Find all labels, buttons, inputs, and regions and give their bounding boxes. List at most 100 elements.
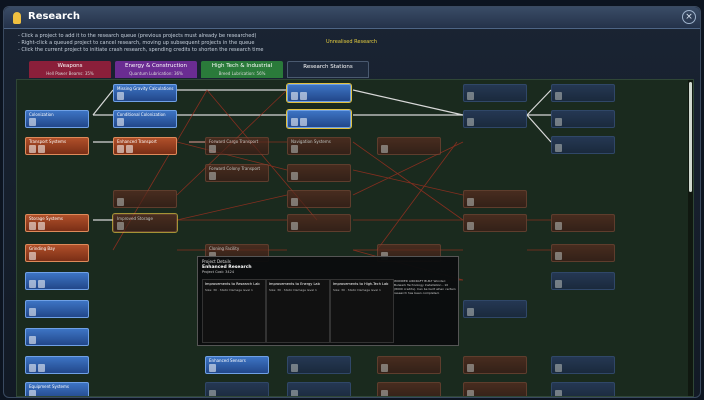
tech-icon	[467, 222, 474, 230]
tooltip-effect-box: Improvements to High-Tech Lab Size: 30 · …	[330, 279, 394, 343]
tooltip-heading: Project Details	[202, 259, 231, 264]
tooltip-title: Enhanced Research	[202, 265, 252, 270]
tech-icon	[300, 92, 307, 100]
tech-icon	[467, 92, 474, 100]
research-node[interactable]	[551, 356, 615, 374]
tooltip-effect-box: Improvements to Energy Lab Size: 30 · Sta…	[266, 279, 330, 343]
research-node[interactable]	[25, 328, 89, 346]
research-node[interactable]: Forward Colony Transport	[205, 164, 269, 182]
effect-heading: Improvements to Research Lab	[205, 282, 260, 286]
research-node[interactable]	[286, 83, 352, 103]
research-node[interactable]	[287, 356, 351, 374]
research-node[interactable]: Navigation Systems	[287, 137, 351, 155]
research-node[interactable]	[377, 137, 441, 155]
tech-icon	[467, 364, 474, 372]
node-label: Equipment Systems	[29, 384, 69, 389]
research-node[interactable]	[287, 190, 351, 208]
tooltip-description: WONDER AIRCRAFT BUILT Wonder: Bulwark Te…	[394, 279, 456, 295]
tech-icon	[467, 308, 474, 316]
research-node[interactable]: Forward Cargo Transport	[205, 137, 269, 155]
research-node[interactable]	[25, 356, 89, 374]
research-node[interactable]	[551, 84, 615, 102]
tab-label: Weapons	[57, 63, 83, 69]
research-node[interactable]	[551, 136, 615, 154]
tech-icon	[291, 364, 298, 372]
research-node[interactable]: Missing Gravity Calculations	[113, 84, 177, 102]
node-label: Colonization	[29, 112, 54, 117]
instruction-line: - Click the current project to initiate …	[18, 47, 264, 53]
scroll-thumb[interactable]	[689, 82, 692, 192]
tech-icon	[291, 172, 298, 180]
research-node[interactable]: Equipment Systems	[25, 382, 89, 396]
research-node[interactable]	[287, 214, 351, 232]
research-node[interactable]	[25, 272, 89, 290]
research-node[interactable]	[463, 382, 527, 396]
research-node[interactable]	[463, 214, 527, 232]
tech-icon	[38, 364, 45, 372]
research-node[interactable]: Enhanced Sensors	[205, 356, 269, 374]
tree-scrollbar[interactable]	[688, 80, 693, 396]
research-node[interactable]: Grinding Bay	[25, 244, 89, 262]
research-node[interactable]: Colonization	[25, 110, 89, 128]
tooltip-effect-box: Improvements to Research Lab Size: 30 · S…	[202, 279, 266, 343]
close-icon[interactable]: ×	[682, 10, 696, 24]
effect-line: Size: 30 · Static Damage level 1	[205, 288, 253, 292]
tab-weapons[interactable]: Weapons Hell Power Beams: 35%	[29, 61, 111, 78]
research-node[interactable]	[377, 356, 441, 374]
research-node[interactable]	[463, 190, 527, 208]
research-node[interactable]	[551, 244, 615, 262]
tech-icon	[117, 198, 124, 206]
research-node[interactable]	[205, 382, 269, 396]
research-node[interactable]	[113, 190, 177, 208]
tech-icon	[381, 145, 388, 153]
research-node[interactable]	[551, 272, 615, 290]
node-label: Navigation Systems	[291, 139, 331, 144]
tech-icon	[381, 364, 388, 372]
research-node[interactable]: Transport Systems	[25, 137, 89, 155]
tech-icon	[291, 222, 298, 230]
node-label: Enhanced Transport	[117, 139, 157, 144]
research-node[interactable]	[551, 110, 615, 128]
research-node[interactable]	[287, 382, 351, 396]
tech-icon	[209, 145, 216, 153]
instruction-line: - Right-click a queued project to cancel…	[18, 40, 255, 46]
research-node[interactable]	[551, 214, 615, 232]
tech-icon	[291, 145, 298, 153]
node-label: Forward Colony Transport	[209, 166, 261, 171]
tech-icon	[117, 118, 124, 126]
tab-hightech-industrial[interactable]: High Tech & Industrial Breed Lubrication:…	[201, 61, 283, 78]
tech-icon	[467, 390, 474, 396]
research-node[interactable]	[551, 382, 615, 396]
tech-icon	[29, 252, 36, 260]
tab-label: High Tech & Industrial	[211, 63, 273, 69]
research-node[interactable]	[463, 300, 527, 318]
research-node[interactable]: Storage Systems	[25, 214, 89, 232]
research-node[interactable]	[25, 300, 89, 318]
research-node[interactable]: Conditional Colonization	[113, 110, 177, 128]
research-node[interactable]: Improved Storage	[112, 213, 178, 233]
effect-line: Size: 30 · Static Damage level 1	[269, 288, 317, 292]
research-node[interactable]	[463, 356, 527, 374]
tab-research-stations[interactable]: Research Stations	[287, 61, 369, 78]
tech-icon	[29, 145, 36, 153]
tab-energy-construction[interactable]: Energy & Construction Quantum Lubrication…	[115, 61, 197, 78]
research-bulb-icon	[13, 12, 21, 24]
research-node[interactable]	[463, 110, 527, 128]
tab-progress: Breed Lubrication: 56%	[218, 71, 266, 76]
tech-icon	[555, 280, 562, 288]
research-node[interactable]	[377, 382, 441, 396]
tech-icon	[467, 198, 474, 206]
tech-icon	[291, 390, 298, 396]
research-node[interactable]	[463, 84, 527, 102]
node-label: Cloning Facility	[209, 246, 240, 251]
research-node[interactable]	[287, 164, 351, 182]
tech-icon	[117, 92, 124, 100]
research-node[interactable]: Enhanced Transport	[113, 137, 177, 155]
effect-heading: Improvements to Energy Lab	[269, 282, 320, 286]
node-label: Missing Gravity Calculations	[117, 86, 174, 91]
research-node[interactable]	[286, 109, 352, 129]
tech-icon	[117, 145, 124, 153]
tab-progress: Quantum Lubrication: 36%	[129, 71, 183, 76]
window-title: Research	[28, 11, 80, 22]
tech-icon	[117, 222, 124, 230]
